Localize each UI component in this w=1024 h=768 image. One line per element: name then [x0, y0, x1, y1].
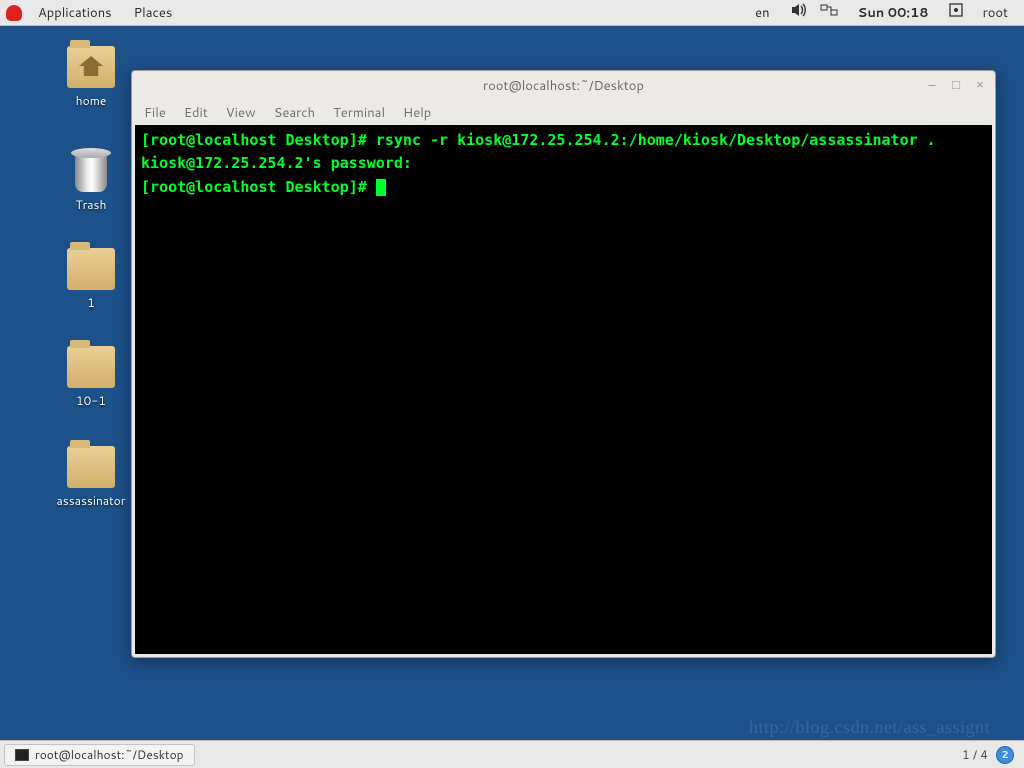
- terminal-menubar: File Edit View Search Terminal Help: [132, 101, 995, 125]
- desktop-icon-home[interactable]: home: [46, 46, 136, 109]
- desktop-icon-label: home: [46, 92, 136, 109]
- menu-file[interactable]: File: [144, 104, 166, 122]
- taskbar-task-terminal[interactable]: root@localhost:~/Desktop: [4, 744, 195, 766]
- menu-search[interactable]: Search: [274, 104, 315, 122]
- trash-icon: [71, 148, 111, 192]
- window-title: root@localhost:~/Desktop: [483, 77, 644, 95]
- terminal-cursor: [376, 179, 386, 196]
- desktop-icon-label: 10-1: [46, 392, 136, 409]
- taskbar-task-label: root@localhost:~/Desktop: [35, 746, 184, 763]
- terminal-window: root@localhost:~/Desktop – □ × File Edit…: [131, 70, 996, 658]
- window-titlebar[interactable]: root@localhost:~/Desktop – □ ×: [132, 71, 995, 101]
- workspace-indicator-text: 1 / 4: [962, 746, 988, 763]
- folder-icon: [67, 346, 115, 388]
- menu-view[interactable]: View: [226, 104, 256, 122]
- keyboard-layout-indicator[interactable]: en: [749, 2, 775, 24]
- desktop-icon-label: Trash: [46, 196, 136, 213]
- maximize-button[interactable]: □: [949, 77, 963, 92]
- desktop-icon-label: 1: [46, 294, 136, 311]
- distro-logo-icon: [6, 5, 22, 21]
- clock[interactable]: Sun 00:18: [852, 2, 935, 24]
- watermark-text: http://blog.csdn.net/ass_assignt: [749, 717, 990, 738]
- terminal-task-icon: [15, 749, 29, 761]
- folder-icon: [67, 248, 115, 290]
- home-folder-icon: [67, 46, 115, 88]
- menu-edit[interactable]: Edit: [184, 104, 208, 122]
- terminal-output[interactable]: [root@localhost Desktop]# rsync -r kiosk…: [135, 125, 992, 654]
- power-icon[interactable]: [949, 3, 963, 22]
- workspace-switcher-badge[interactable]: 2: [996, 746, 1014, 764]
- places-menu[interactable]: Places: [128, 2, 179, 24]
- desktop-icon-label: assassinator: [46, 492, 136, 509]
- bottom-panel: root@localhost:~/Desktop 1 / 4 2: [0, 740, 1024, 768]
- close-button[interactable]: ×: [973, 77, 987, 92]
- desktop-icon-folder-1[interactable]: 1: [46, 248, 136, 311]
- menu-help[interactable]: Help: [403, 104, 431, 122]
- desktop-icon-trash[interactable]: Trash: [46, 148, 136, 213]
- top-panel: Applications Places en Sun 00:18 root: [0, 0, 1024, 26]
- user-menu[interactable]: root: [977, 2, 1014, 24]
- desktop-icon-folder-10-1[interactable]: 10-1: [46, 346, 136, 409]
- desktop-icon-folder-assassinator[interactable]: assassinator: [46, 446, 136, 509]
- menu-terminal[interactable]: Terminal: [333, 104, 385, 122]
- folder-icon: [67, 446, 115, 488]
- network-icon[interactable]: [820, 3, 838, 22]
- volume-icon[interactable]: [790, 3, 806, 22]
- applications-menu[interactable]: Applications: [32, 2, 118, 24]
- minimize-button[interactable]: –: [925, 77, 939, 92]
